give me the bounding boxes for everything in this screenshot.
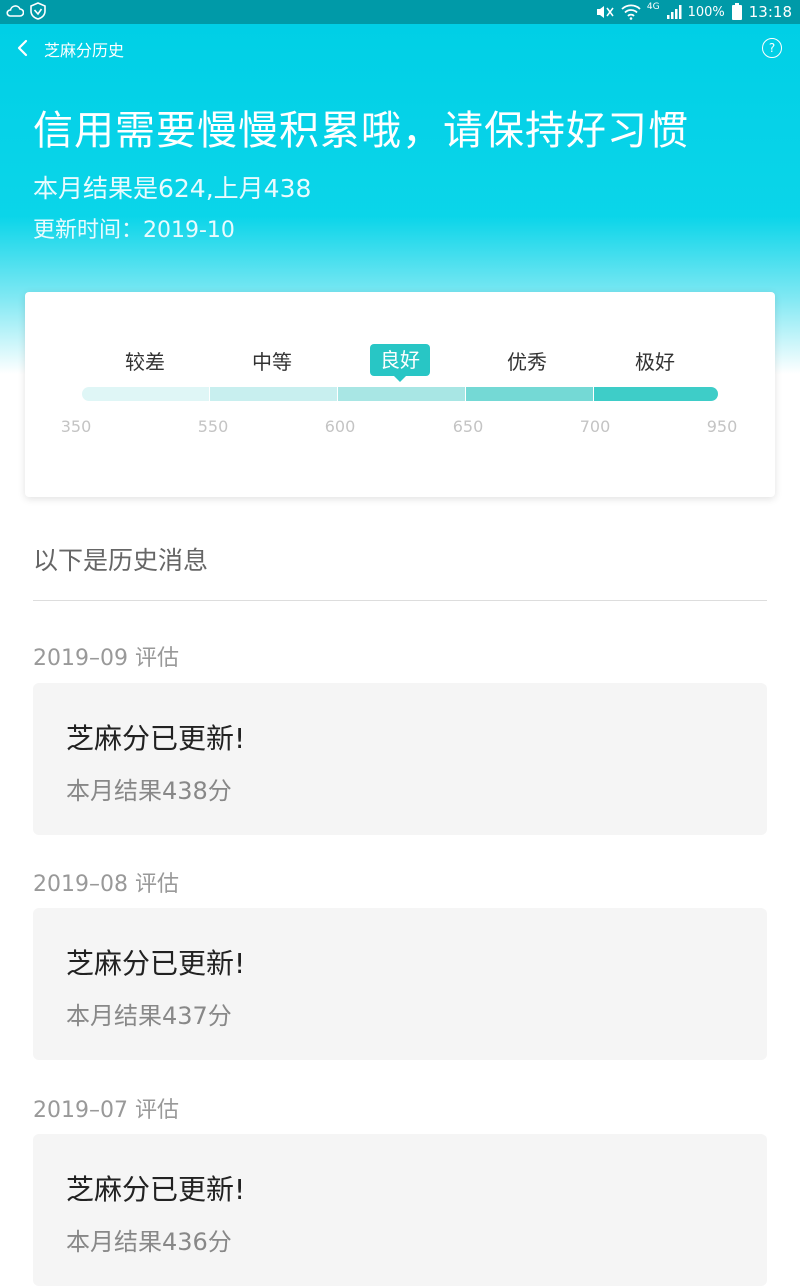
- shield-icon: [30, 2, 46, 20]
- history-entry-card[interactable]: 芝麻分已更新! 本月结果436分: [33, 1134, 767, 1286]
- entry-date: 2019–08 评估: [33, 872, 179, 897]
- score-bar-segment: [593, 387, 718, 401]
- credit-headline: 信用需要慢慢积累哦，请保持好习惯: [33, 108, 689, 154]
- wifi-icon: [621, 4, 641, 20]
- score-bar-segment: [337, 387, 465, 401]
- score-bar-segment: [465, 387, 593, 401]
- signal-icon: [666, 5, 682, 19]
- level-poor: 较差: [125, 350, 165, 374]
- page-title: 芝麻分历史: [44, 41, 125, 60]
- battery-icon: [731, 3, 742, 20]
- monthly-result: 本月结果是624,上月438: [33, 174, 312, 203]
- network-type: 4G: [646, 2, 660, 12]
- divider: [33, 600, 767, 601]
- help-icon[interactable]: ?: [762, 38, 782, 58]
- history-heading: 以下是历史消息: [33, 546, 209, 575]
- entry-result: 本月结果437分: [66, 1002, 232, 1030]
- tick-label: 700: [579, 417, 611, 436]
- tick-label: 350: [60, 417, 92, 436]
- back-arrow-icon[interactable]: [12, 36, 36, 60]
- entry-title: 芝麻分已更新!: [66, 947, 246, 980]
- level-medium: 中等: [252, 350, 292, 374]
- cloud-notification-icon: [6, 5, 24, 17]
- level-best: 极好: [635, 350, 675, 374]
- history-entry-card[interactable]: 芝麻分已更新! 本月结果437分: [33, 908, 767, 1060]
- tick-label: 600: [324, 417, 356, 436]
- status-bar: 4G 100% 13:18: [0, 0, 800, 24]
- score-bar-segment: [209, 387, 337, 401]
- status-right: 4G 100% 13:18: [595, 0, 792, 24]
- battery-percent: 100%: [687, 4, 725, 20]
- entry-result: 本月结果436分: [66, 1228, 232, 1256]
- entry-date: 2019–07 评估: [33, 1098, 179, 1123]
- update-time: 更新时间：2019-10: [33, 218, 235, 243]
- entry-result: 本月结果438分: [66, 777, 232, 805]
- tick-label: 550: [197, 417, 229, 436]
- score-scale-card: 较差 中等 良好 优秀 极好 350 550 600 650 700 950: [25, 292, 775, 497]
- tick-label: 650: [452, 417, 484, 436]
- mute-icon: [596, 6, 614, 18]
- tick-label: 950: [706, 417, 738, 436]
- history-entry-card[interactable]: 芝麻分已更新! 本月结果438分: [33, 683, 767, 835]
- status-left: [6, 2, 46, 20]
- entry-title: 芝麻分已更新!: [66, 1173, 246, 1206]
- score-bar: [82, 387, 718, 401]
- level-excellent: 优秀: [507, 350, 547, 374]
- level-good-active: 良好: [370, 344, 430, 382]
- entry-date: 2019–09 评估: [33, 646, 179, 671]
- entry-title: 芝麻分已更新!: [66, 722, 246, 755]
- score-bar-segment: [82, 387, 209, 401]
- clock: 13:18: [748, 3, 792, 21]
